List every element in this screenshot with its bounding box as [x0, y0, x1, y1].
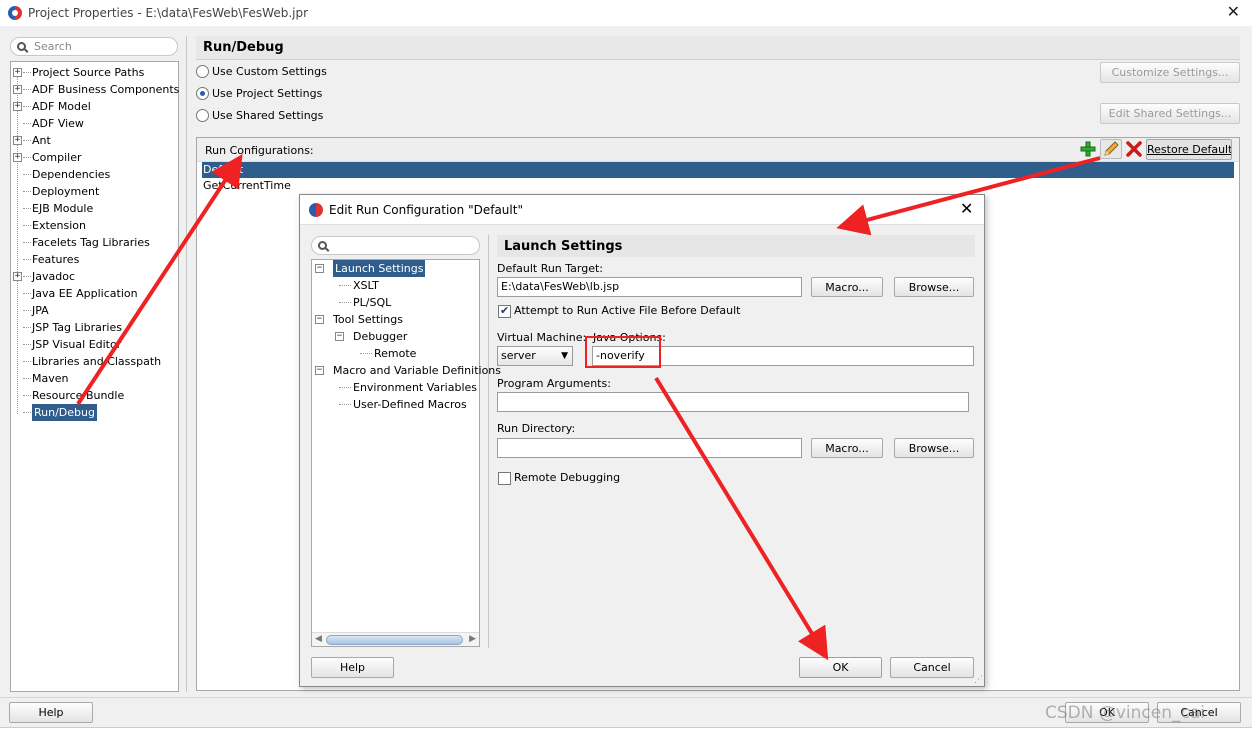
annotation-arrows: [76, 153, 1101, 661]
annotation-arrow-1: [76, 153, 243, 406]
annotation-arrow-2: [836, 156, 1101, 236]
annotation-arrow-3: [654, 376, 829, 661]
